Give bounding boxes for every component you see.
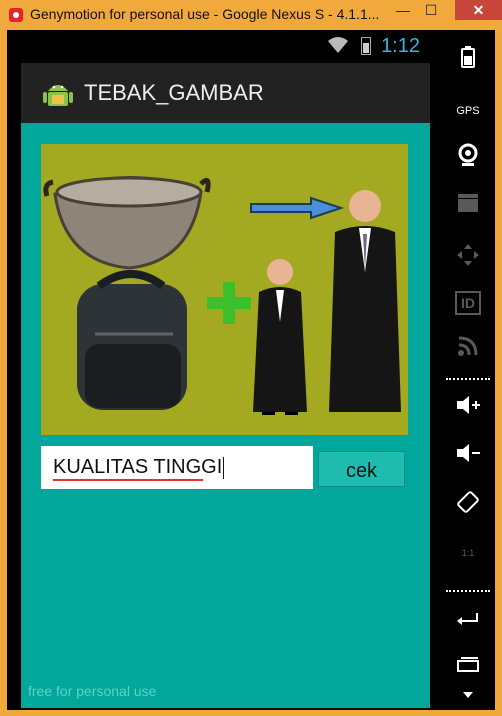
rss-widget-button[interactable] xyxy=(448,335,488,365)
scale-button[interactable]: 1:1 xyxy=(448,538,488,568)
puzzle-image xyxy=(41,144,408,435)
maximize-button[interactable]: ☐ xyxy=(418,0,444,20)
gps-label: GPS xyxy=(456,105,480,117)
screencast-widget-button[interactable] xyxy=(448,193,488,223)
scale-label: 1:1 xyxy=(461,548,475,558)
genymotion-logo-icon xyxy=(9,8,23,22)
app-actionbar: TEBAK_GAMBAR xyxy=(21,63,430,123)
plus-icon xyxy=(207,282,251,324)
window-titlebar: Genymotion for personal use - Google Nex… xyxy=(0,0,502,30)
gps-widget-button[interactable]: GPS xyxy=(448,96,488,126)
android-robot-icon xyxy=(43,85,73,106)
battery-widget-button[interactable] xyxy=(448,46,488,76)
arrow-right-icon xyxy=(250,196,345,220)
volume-up-button[interactable] xyxy=(448,394,488,424)
android-statusbar: 1:12 xyxy=(21,30,430,63)
minimize-button[interactable]: — xyxy=(390,0,416,20)
answer-input[interactable]: KUALITAS TINGGI xyxy=(41,446,313,489)
wifi-icon xyxy=(328,37,348,53)
webcam-icon xyxy=(458,143,478,166)
check-button[interactable]: cek xyxy=(318,451,405,487)
watermark-text: free for personal use xyxy=(28,683,157,699)
status-time: 1:12 xyxy=(381,35,420,57)
battery-icon xyxy=(361,37,371,55)
text-caret xyxy=(223,456,225,479)
backpack-icon xyxy=(77,270,187,410)
small-businessman-icon xyxy=(253,259,307,415)
volume-down-button[interactable] xyxy=(448,442,488,472)
recent-apps-icon xyxy=(457,657,479,672)
chevron-down-icon xyxy=(463,692,473,698)
clapperboard-icon xyxy=(458,194,478,212)
camera-widget-button[interactable] xyxy=(448,143,488,173)
window-title: Genymotion for personal use - Google Nex… xyxy=(30,6,380,22)
tall-businessman-icon xyxy=(329,190,401,412)
wok-icon xyxy=(43,176,211,270)
device-id-label: ID xyxy=(455,291,481,315)
spellcheck-underline xyxy=(53,479,203,481)
close-button[interactable]: ✕ xyxy=(455,0,502,20)
sidebar-divider-2 xyxy=(446,590,490,592)
back-button[interactable] xyxy=(448,608,488,638)
volume-down-icon xyxy=(457,444,480,462)
rss-icon xyxy=(458,336,478,356)
scroll-down-arrow[interactable] xyxy=(448,686,488,706)
volume-up-icon xyxy=(457,396,480,414)
device-id-widget-button[interactable]: ID xyxy=(448,288,488,318)
dpad-widget-button[interactable] xyxy=(448,243,488,273)
sidebar-divider xyxy=(446,378,490,380)
recent-apps-button[interactable] xyxy=(448,655,488,685)
back-arrow-icon xyxy=(457,613,478,625)
app-title: TEBAK_GAMBAR xyxy=(84,80,264,105)
battery-widget-icon xyxy=(461,46,475,68)
rotate-icon xyxy=(457,491,479,513)
dpad-icon xyxy=(457,244,479,266)
answer-input-value: KUALITAS TINGGI xyxy=(53,456,223,478)
rotate-button[interactable] xyxy=(448,490,488,520)
